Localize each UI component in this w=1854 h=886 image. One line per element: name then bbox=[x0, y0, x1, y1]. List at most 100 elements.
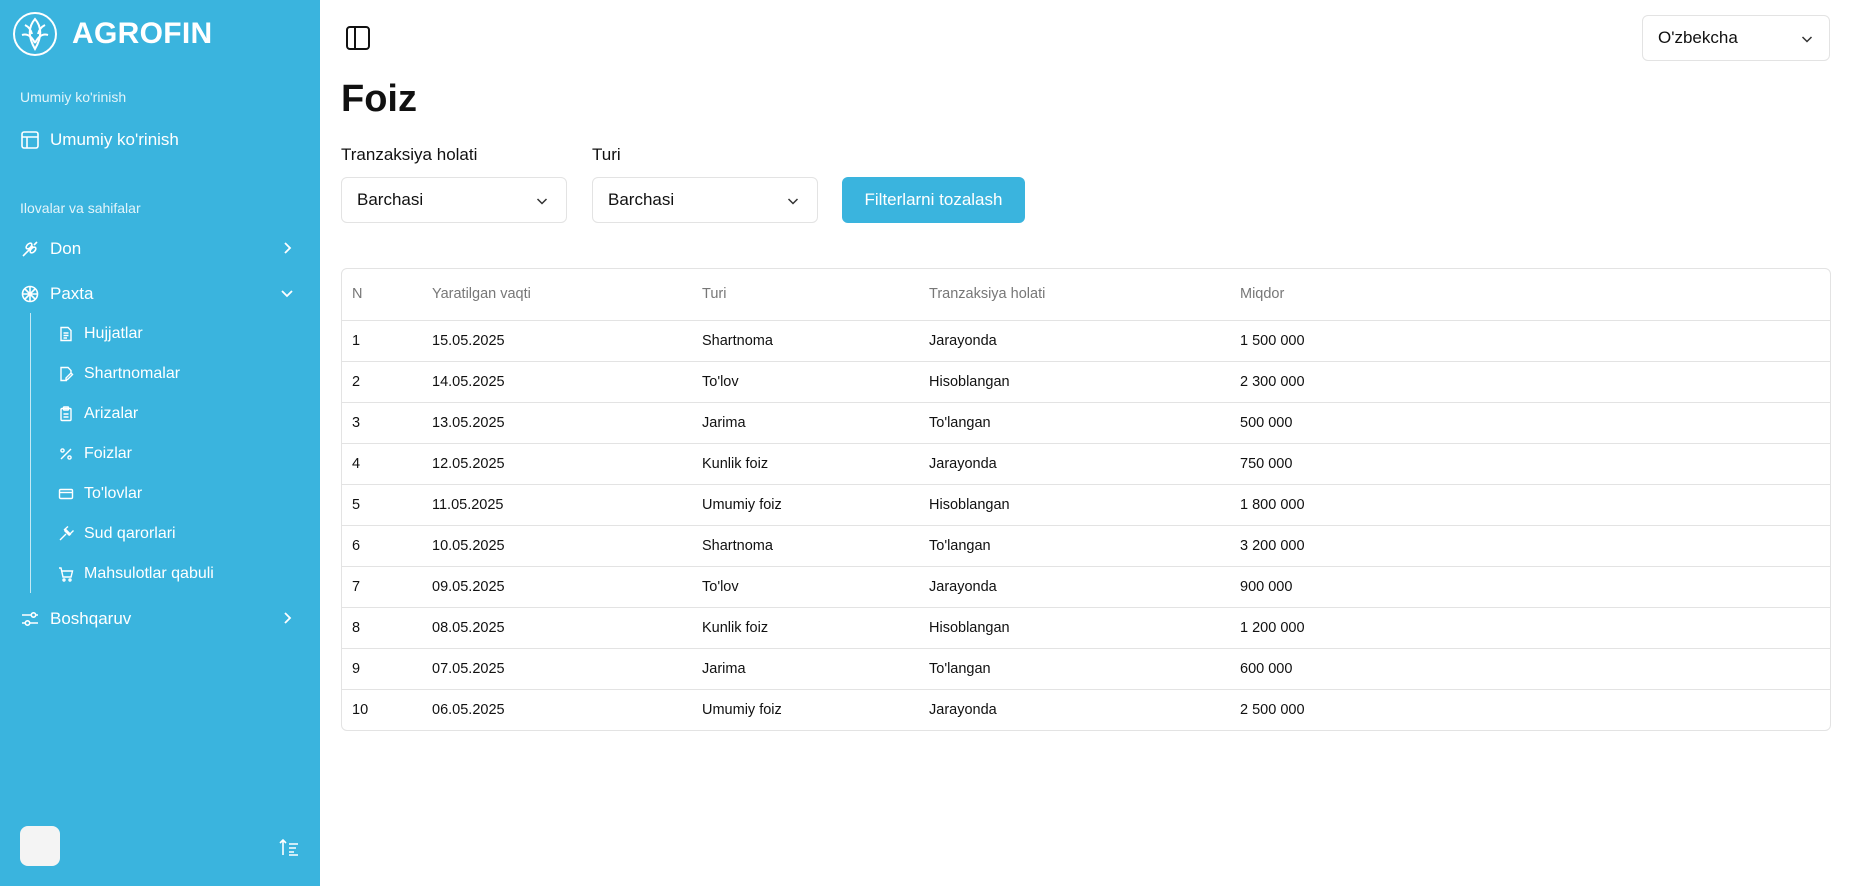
language-value: O'zbekcha bbox=[1658, 28, 1738, 47]
cell-status: To'langan bbox=[929, 414, 991, 431]
sidebar-item-arizalar[interactable]: Arizalar bbox=[58, 400, 138, 428]
settings-sliders-icon bbox=[22, 611, 38, 627]
cell-created: 13.05.2025 bbox=[432, 414, 505, 431]
table-row[interactable]: 9 07.05.2025 Jarima To'langan 600 000 bbox=[342, 648, 1830, 689]
sidebar-item-label: Arizalar bbox=[84, 405, 139, 422]
table-row[interactable]: 1 15.05.2025 Shartnoma Jarayonda 1 500 000 bbox=[342, 320, 1830, 361]
sidebar: AGROFIN Umumiy ko'rinish Umumiy ko'rinis… bbox=[0, 0, 320, 886]
sidebar-item-label: Hujjatlar bbox=[84, 325, 143, 342]
percent-icon bbox=[60, 448, 72, 460]
chevron-down-icon bbox=[281, 290, 293, 298]
type-filter-label: Turi bbox=[592, 145, 621, 164]
cell-n: 2 bbox=[352, 373, 361, 390]
cell-status: Hisoblangan bbox=[929, 373, 1010, 390]
column-header-created[interactable]: Yaratilgan vaqti bbox=[422, 269, 692, 320]
cell-created: 10.05.2025 bbox=[432, 537, 505, 554]
cell-status: Hisoblangan bbox=[929, 619, 1010, 636]
sidebar-item-label: Don bbox=[50, 239, 82, 258]
status-filter-label: Tranzaksiya holati bbox=[341, 145, 478, 164]
cell-n: 10 bbox=[352, 701, 369, 718]
cell-amount: 3 200 000 bbox=[1240, 537, 1305, 554]
table-row[interactable]: 2 14.05.2025 To'lov Hisoblangan 2 300 000 bbox=[342, 361, 1830, 402]
sidebar-item-don[interactable]: Don bbox=[20, 233, 300, 265]
cell-created: 11.05.2025 bbox=[432, 496, 504, 513]
cell-type: Umumiy foiz bbox=[702, 701, 782, 718]
cell-n: 6 bbox=[352, 537, 361, 554]
cell-amount: 2 500 000 bbox=[1240, 701, 1305, 718]
cell-type: To'lov bbox=[702, 578, 739, 595]
cell-status: Jarayonda bbox=[929, 701, 997, 718]
sidebar-item-paxta[interactable]: Paxta bbox=[20, 278, 300, 310]
brand-name: AGROFIN bbox=[72, 17, 213, 50]
section-label-overview: Umumiy ko'rinish bbox=[20, 89, 127, 105]
sidebar-item-shartnomalar[interactable]: Shartnomalar bbox=[58, 360, 180, 388]
cell-amount: 750 000 bbox=[1240, 455, 1293, 472]
table-row[interactable]: 4 12.05.2025 Kunlik foiz Jarayonda 750 000 bbox=[342, 443, 1830, 484]
sidebar-item-foizlar[interactable]: Foizlar bbox=[58, 440, 132, 468]
sidebar-item-label: Mahsulotlar qabuli bbox=[84, 565, 214, 582]
status-filter-value: Barchasi bbox=[357, 190, 424, 209]
clear-filters-button[interactable]: Filterlarni tozalash bbox=[842, 177, 1025, 223]
sidebar-item-label: Umumiy ko'rinish bbox=[50, 130, 179, 149]
column-header-amount[interactable]: Miqdor bbox=[1230, 269, 1830, 320]
sidebar-item-overview[interactable]: Umumiy ko'rinish bbox=[20, 124, 300, 156]
language-select[interactable]: O'zbekcha bbox=[1642, 15, 1830, 61]
sidebar-item-hujjatlar[interactable]: Hujjatlar bbox=[58, 320, 143, 348]
cell-amount: 1 500 000 bbox=[1240, 332, 1305, 349]
sidebar-item-label: Paxta bbox=[50, 284, 94, 303]
sidebar-item-label: To'lovlar bbox=[84, 485, 143, 502]
cell-type: Jarima bbox=[702, 414, 746, 431]
status-filter-select[interactable]: Barchasi bbox=[341, 177, 567, 223]
section-label-apps: Ilovalar va sahifalar bbox=[20, 200, 141, 216]
cell-created: 12.05.2025 bbox=[432, 455, 505, 472]
cell-status: Hisoblangan bbox=[929, 496, 1010, 513]
cell-type: Shartnoma bbox=[702, 332, 773, 349]
cell-n: 1 bbox=[352, 332, 361, 349]
chevron-down-icon bbox=[1801, 36, 1813, 43]
cell-type: Jarima bbox=[702, 660, 746, 677]
cotton-icon bbox=[21, 285, 39, 303]
brand[interactable]: AGROFIN bbox=[10, 9, 212, 59]
cell-amount: 600 000 bbox=[1240, 660, 1293, 677]
table-row[interactable]: 6 10.05.2025 Shartnoma To'langan 3 200 000 bbox=[342, 525, 1830, 566]
table-row[interactable]: 5 11.05.2025 Umumiy foiz Hisoblangan 1 800 0… bbox=[342, 484, 1830, 525]
cell-status: To'langan bbox=[929, 660, 991, 677]
column-header-type[interactable]: Turi bbox=[692, 269, 919, 320]
logo-icon bbox=[13, 12, 57, 56]
table-row[interactable]: 10 06.05.2025 Umumiy foiz Jarayonda 2 500 00… bbox=[342, 689, 1830, 730]
cell-amount: 500 000 bbox=[1240, 414, 1293, 431]
cell-created: 07.05.2025 bbox=[432, 660, 505, 677]
sort-arrow-up-icon[interactable] bbox=[278, 836, 300, 858]
chevron-down-icon bbox=[787, 198, 799, 205]
table-row[interactable]: 8 08.05.2025 Kunlik foiz Hisoblangan 1 200 0… bbox=[342, 607, 1830, 648]
cell-n: 5 bbox=[352, 496, 361, 513]
chevron-right-icon bbox=[284, 242, 292, 254]
clipboard-icon bbox=[60, 406, 72, 422]
sidebar-item-mahsulotlar-qabuli[interactable]: Mahsulotlar qabuli bbox=[58, 560, 214, 588]
type-filter-select[interactable]: Barchasi bbox=[592, 177, 818, 223]
cell-type: Kunlik foiz bbox=[702, 455, 769, 472]
sidebar-item-label: Foizlar bbox=[84, 445, 133, 462]
table-row[interactable]: 7 09.05.2025 To'lov Jarayonda 900 000 bbox=[342, 566, 1830, 607]
chevron-right-icon bbox=[284, 612, 292, 624]
panel-toggle-icon[interactable] bbox=[344, 24, 372, 52]
credit-card-icon bbox=[58, 488, 74, 500]
column-header-status[interactable]: Tranzaksiya holati bbox=[919, 269, 1230, 320]
avatar[interactable] bbox=[20, 826, 60, 866]
gavel-icon bbox=[59, 526, 74, 541]
cell-type: Kunlik foiz bbox=[702, 619, 769, 636]
sidebar-item-boshqaruv[interactable]: Boshqaruv bbox=[20, 603, 300, 635]
cell-n: 4 bbox=[352, 455, 361, 472]
sidebar-item-label: Sud qarorlari bbox=[84, 525, 176, 542]
table-row[interactable]: 3 13.05.2025 Jarima To'langan 500 000 bbox=[342, 402, 1830, 443]
cell-created: 15.05.2025 bbox=[432, 332, 505, 349]
cell-n: 9 bbox=[352, 660, 361, 677]
cell-type: Shartnoma bbox=[702, 537, 773, 554]
sidebar-item-tolovlar[interactable]: To'lovlar bbox=[58, 480, 142, 508]
cell-status: Jarayonda bbox=[929, 332, 997, 349]
cell-created: 14.05.2025 bbox=[432, 373, 505, 390]
transactions-table: N Yaratilgan vaqti Turi Tranzaksiya hola… bbox=[341, 268, 1831, 731]
cell-amount: 2 300 000 bbox=[1240, 373, 1305, 390]
column-header-n[interactable]: N bbox=[342, 269, 422, 320]
sidebar-item-sud-qarorlari[interactable]: Sud qarorlari bbox=[58, 520, 176, 548]
